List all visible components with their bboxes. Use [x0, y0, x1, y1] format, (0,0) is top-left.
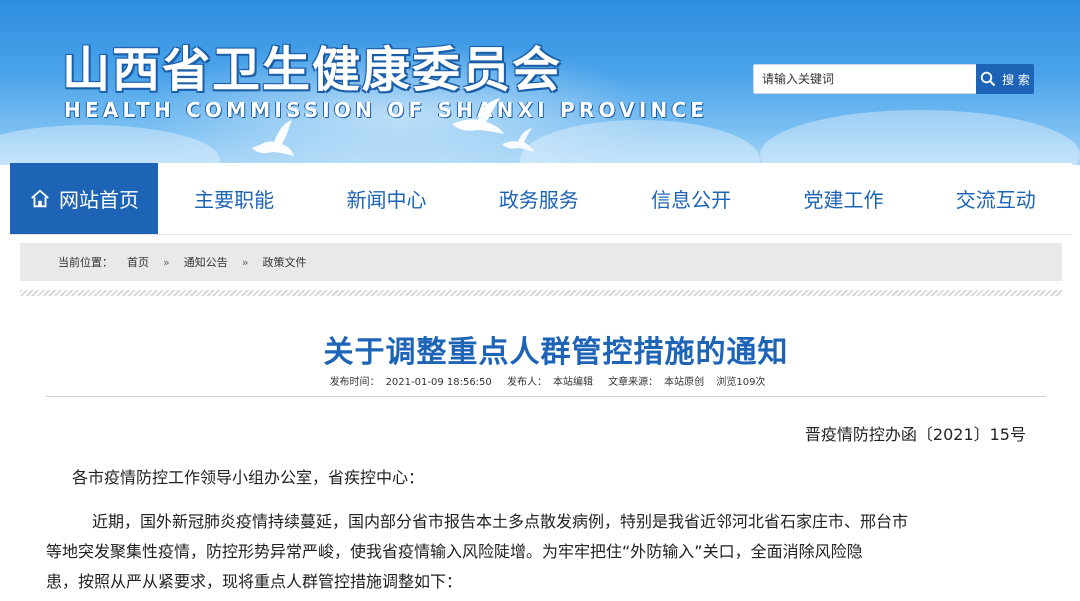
hatch-divider [20, 290, 1062, 296]
breadcrumb-prefix: 当前位置： [58, 256, 113, 269]
site-title-chinese: 山西省卫生健康委员会 [62, 42, 563, 98]
document-number: 晋疫情防控办函〔2021〕15号 [804, 425, 1026, 444]
publisher-label: 发布人： [506, 377, 547, 388]
article-body-line: 等地突发聚集性疫情，防控形势异常严峻，使我省疫情输入风险陡增。为牢牢把住“外防输… [46, 542, 863, 561]
nav-item-functions[interactable]: 主要职能 [158, 163, 310, 234]
nav-item-label: 信息公开 [651, 188, 732, 212]
home-icon [31, 189, 49, 207]
source: 本站原创 [664, 377, 705, 388]
search-box: 搜 索 [753, 64, 1034, 94]
article-body-line: 近期，国外新冠肺炎疫情持续蔓延，国内部分省市报告本土多点散发病例，特别是我省近邻… [92, 512, 909, 531]
nav-item-label: 交流互动 [955, 188, 1036, 212]
publisher: 本站编辑 [552, 377, 593, 388]
search-input[interactable] [754, 65, 976, 93]
breadcrumb: 当前位置： 首页 » 通知公告 » 政策文件 [20, 243, 1062, 281]
source-label: 文章来源： [608, 377, 659, 388]
dove-icon [502, 128, 534, 152]
view-count: 浏览109次 [716, 377, 766, 388]
dove-icon [452, 98, 504, 134]
content-area: 当前位置： 首页 » 通知公告 » 政策文件 关于调整重点人群管控措施的通知 发… [10, 235, 1072, 601]
site-title-english: HEALTH COMMISSION OF SHANXI PROVINCE [64, 98, 709, 122]
search-button[interactable]: 搜 索 [976, 64, 1034, 94]
main-nav: 网站首页 主要职能 新闻中心 政务服务 信息公开 党建工作 交流互动 [10, 163, 1072, 235]
breadcrumb-policy-link[interactable]: 政策文件 [262, 254, 306, 270]
site-banner: 山西省卫生健康委员会 HEALTH COMMISSION OF SHANXI P… [0, 0, 1080, 165]
breadcrumb-home-link[interactable]: 首页 [127, 254, 149, 270]
publish-time: 2021-01-09 18:56:50 [385, 377, 492, 388]
breadcrumb-separator: » [241, 255, 249, 269]
nav-item-news[interactable]: 新闻中心 [310, 163, 462, 234]
nav-item-services[interactable]: 政务服务 [463, 163, 615, 234]
nav-item-disclosure[interactable]: 信息公开 [615, 163, 767, 234]
dove-icon [252, 120, 294, 156]
article-title: 关于调整重点人群管控措施的通知 [323, 335, 789, 370]
nav-item-label: 政务服务 [498, 188, 579, 212]
nav-item-label: 新闻中心 [346, 188, 427, 212]
publish-time-label: 发布时间： [329, 377, 380, 388]
nav-item-party[interactable]: 党建工作 [767, 163, 919, 234]
article-body-line: 患，按照从严从紧要求，现将重点人群管控措施调整如下： [46, 572, 463, 591]
nav-item-label: 党建工作 [803, 188, 884, 212]
nav-item-label: 主要职能 [194, 188, 275, 212]
banner-cloud [760, 110, 1080, 165]
nav-item-interaction[interactable]: 交流互动 [920, 163, 1072, 234]
article-meta: 发布时间： 2021-01-09 18:56:50 发布人： 本站编辑 文章来源： 本… [46, 373, 1046, 397]
search-icon [980, 71, 996, 87]
article-salutation: 各市疫情防控工作领导小组办公室，省疾控中心： [72, 468, 425, 487]
breadcrumb-notice-link[interactable]: 通知公告 [184, 254, 228, 270]
nav-item-label: 网站首页 [59, 188, 139, 212]
nav-item-home[interactable]: 网站首页 [10, 163, 158, 234]
breadcrumb-separator: » [163, 255, 170, 269]
search-button-label: 搜 索 [1002, 72, 1030, 87]
